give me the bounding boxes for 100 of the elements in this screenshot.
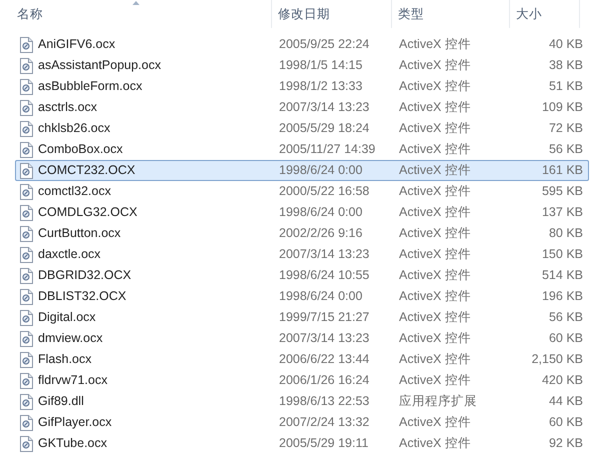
- size-cell-text: 56 KB: [548, 141, 584, 158]
- type-cell-text: ActiveX 控件: [398, 288, 472, 306]
- date-cell-text: 2005/5/29 18:24: [278, 120, 370, 138]
- column-header[interactable]: 名称: [0, 0, 272, 28]
- size-cell-text: 109 KB: [540, 99, 584, 116]
- date-cell-text: 2006/6/22 13:44: [278, 351, 370, 368]
- file-icon: [20, 330, 33, 346]
- file-row[interactable]: COMDLG32.OCX 1998/6/24 0:00 ActiveX 控件 137 KB: [15, 202, 589, 223]
- file-name: comctl32.ocx: [38, 183, 111, 200]
- file-name: AniGIFV6.ocx: [38, 36, 116, 54]
- size-cell-text: 80 KB: [548, 225, 584, 242]
- date-cell-text: 2002/2/26 9:16: [278, 225, 364, 242]
- file-name: Gif89.dll: [38, 393, 84, 410]
- sort-arrow-icon: [132, 1, 139, 5]
- type-cell-text: ActiveX 控件: [398, 309, 472, 326]
- type-cell-text: ActiveX 控件: [398, 57, 472, 74]
- file-icon: [20, 162, 33, 178]
- date-cell-text: 1998/6/24 0:00: [278, 162, 364, 180]
- file-icon: [20, 226, 33, 242]
- file-row[interactable]: DBLIST32.OCX 1998/6/24 0:00 ActiveX 控件 196 KB: [15, 286, 589, 307]
- file-row[interactable]: chklsb26.ocx 2005/5/29 18:24 ActiveX 控件 72 KB: [15, 118, 589, 139]
- date-cell-text: 1998/6/24 0:00: [278, 288, 364, 306]
- type-cell-text: ActiveX 控件: [398, 78, 472, 96]
- file-row[interactable]: fldrvw71.ocx 2006/1/26 16:24 ActiveX 控件 420 KB: [15, 370, 589, 391]
- size-cell-text: 40 KB: [548, 36, 584, 54]
- file-row[interactable]: AniGIFV6.ocx 2005/9/25 22:24 ActiveX 控件 40 KB: [15, 34, 589, 55]
- type-cell-text: ActiveX 控件: [398, 435, 472, 452]
- size-cell-text: 92 KB: [548, 435, 584, 452]
- file-name: Digital.ocx: [38, 309, 96, 326]
- file-row[interactable]: DBGRID32.OCX 1998/6/24 10:55 ActiveX 控件 514 KB: [15, 265, 589, 286]
- file-icon: [20, 394, 33, 410]
- size-cell-text: 60 KB: [548, 414, 584, 432]
- date-cell-text: 2007/3/14 13:23: [278, 246, 370, 264]
- date-cell-text: 1999/7/15 21:27: [278, 309, 370, 326]
- file-row[interactable]: GKTube.ocx 2005/5/29 19:11 ActiveX 控件 92 KB: [15, 433, 589, 454]
- file-row[interactable]: daxctle.ocx 2007/3/14 13:23 ActiveX 控件 150 KB: [15, 244, 589, 265]
- date-cell-text: 1998/1/2 13:33: [278, 78, 364, 96]
- file-row[interactable]: CurtButton.ocx 2002/2/26 9:16 ActiveX 控件 80 KB: [15, 223, 589, 244]
- file-name: DBLIST32.OCX: [38, 288, 126, 306]
- file-icon: [20, 100, 33, 116]
- file-icon: [20, 142, 33, 158]
- date-cell-text: 2005/5/29 19:11: [278, 435, 370, 452]
- file-row[interactable]: COMCT232.OCX 1998/6/24 0:00 ActiveX 控件 161 KB: [15, 160, 589, 181]
- file-icon: [20, 288, 33, 304]
- type-cell-text: ActiveX 控件: [398, 141, 472, 158]
- date-cell-text: 2000/5/22 16:58: [278, 183, 370, 200]
- file-icon: [20, 352, 33, 368]
- date-cell-text: 2005/11/27 14:39: [278, 141, 376, 158]
- column-header[interactable]: 大小: [510, 0, 580, 28]
- file-name: chklsb26.ocx: [38, 120, 110, 138]
- file-icon: [20, 310, 33, 326]
- size-cell-text: 72 KB: [548, 120, 584, 138]
- file-icon: [20, 78, 33, 94]
- type-cell-text: ActiveX 控件: [398, 183, 472, 200]
- file-icon: [20, 204, 33, 220]
- file-row[interactable]: Gif89.dll 1998/6/13 22:53 应用程序扩展 44 KB: [15, 391, 589, 412]
- size-cell-text: 60 KB: [548, 330, 584, 348]
- size-cell-text: 51 KB: [548, 78, 584, 96]
- type-cell-text: ActiveX 控件: [398, 225, 472, 242]
- file-icon: [20, 246, 33, 262]
- type-cell-text: 应用程序扩展: [398, 393, 478, 410]
- file-name: COMDLG32.OCX: [38, 204, 138, 222]
- file-icon: [20, 372, 33, 388]
- size-cell-text: 595 KB: [540, 183, 584, 200]
- file-row[interactable]: GifPlayer.ocx 2007/2/24 13:32 ActiveX 控件 60 KB: [15, 412, 589, 433]
- file-name: DBGRID32.OCX: [38, 267, 132, 284]
- file-row[interactable]: asBubbleForm.ocx 1998/1/2 13:33 ActiveX 控件 51 KB: [15, 76, 589, 97]
- type-cell-text: ActiveX 控件: [398, 414, 472, 432]
- file-row[interactable]: asctrls.ocx 2007/3/14 13:23 ActiveX 控件 109 KB: [15, 97, 589, 118]
- size-cell-text: 38 KB: [548, 57, 584, 74]
- type-cell-text: ActiveX 控件: [398, 204, 472, 222]
- file-icon: [20, 268, 33, 284]
- file-name: GKTube.ocx: [38, 435, 108, 452]
- file-name: asAssistantPopup.ocx: [38, 57, 161, 74]
- file-row[interactable]: Flash.ocx 2006/6/22 13:44 ActiveX 控件 2,150 KB: [15, 349, 589, 370]
- file-name: asBubbleForm.ocx: [38, 78, 142, 96]
- size-cell-text: 137 KB: [540, 204, 584, 222]
- column-header[interactable]: 修改日期: [272, 0, 392, 28]
- type-cell-text: ActiveX 控件: [398, 162, 472, 180]
- file-name: daxctle.ocx: [38, 246, 101, 264]
- file-row[interactable]: dmview.ocx 2007/3/14 13:23 ActiveX 控件 60 KB: [15, 328, 589, 349]
- file-row[interactable]: Digital.ocx 1999/7/15 21:27 ActiveX 控件 56 KB: [15, 307, 589, 328]
- size-cell-text: 56 KB: [548, 309, 584, 326]
- type-cell-text: ActiveX 控件: [398, 267, 472, 284]
- type-cell-text: ActiveX 控件: [398, 330, 472, 348]
- file-name: ComboBox.ocx: [38, 141, 123, 158]
- date-cell-text: 1998/6/13 22:53: [278, 393, 370, 410]
- date-cell-text: 2007/3/14 13:23: [278, 330, 370, 348]
- file-icon: [20, 436, 33, 452]
- size-cell-text: 514 KB: [540, 267, 584, 284]
- file-row[interactable]: asAssistantPopup.ocx 1998/1/5 14:15 ActiveX 控件 38 KB: [15, 55, 589, 76]
- file-name: dmview.ocx: [38, 330, 103, 348]
- file-name: CurtButton.ocx: [38, 225, 121, 242]
- file-row[interactable]: comctl32.ocx 2000/5/22 16:58 ActiveX 控件 595 KB: [15, 181, 589, 202]
- file-name: Flash.ocx: [38, 351, 92, 368]
- size-cell-text: 150 KB: [540, 246, 584, 264]
- column-header[interactable]: 类型: [392, 0, 510, 28]
- size-cell-text: 196 KB: [540, 288, 584, 306]
- size-cell-text: 2,150 KB: [530, 351, 584, 368]
- file-row[interactable]: ComboBox.ocx 2005/11/27 14:39 ActiveX 控件 56 KB: [15, 139, 589, 160]
